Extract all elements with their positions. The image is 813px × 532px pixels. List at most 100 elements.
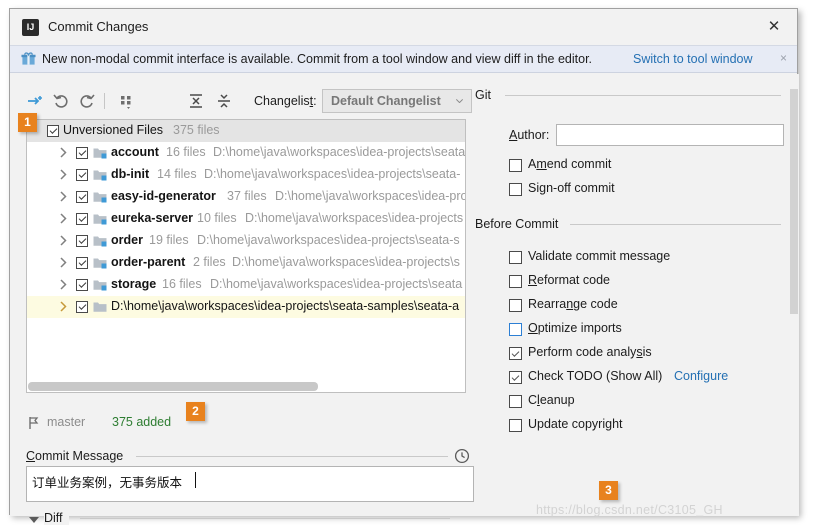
tree-row-header[interactable]: Unversioned Files 375 files [27, 120, 465, 142]
table-row[interactable]: D:\home\java\workspaces\idea-projects\se… [27, 296, 465, 318]
tree-horizontal-scrollbar[interactable] [28, 382, 318, 391]
perform-code-analysis-label: Perform code analysis [528, 345, 652, 359]
amend-commit-checkbox[interactable] [509, 159, 522, 172]
table-row[interactable]: order-parent 2 files D:\home\java\worksp… [27, 252, 465, 274]
gift-icon [21, 52, 36, 65]
module-folder-icon [93, 192, 107, 203]
table-row[interactable]: storage 16 files D:\home\java\workspaces… [27, 274, 465, 296]
branch-icon [29, 417, 39, 429]
unversioned-files-checkbox[interactable] [47, 125, 59, 137]
update-copyright-checkbox[interactable] [509, 419, 522, 432]
chevron-right-icon[interactable] [58, 279, 69, 290]
rearrange-code-checkbox[interactable] [509, 299, 522, 312]
refresh-icon[interactable] [76, 90, 98, 112]
row-count: 37 files [227, 189, 267, 203]
changelist-select[interactable]: Default Changelist [322, 89, 472, 113]
reformat-code-label: Reformat code [528, 273, 610, 287]
perform-code-analysis-checkbox[interactable] [509, 347, 522, 360]
before-commit-group-title: Before Commit [475, 217, 565, 231]
row-count: 16 files [162, 277, 202, 291]
validate-commit-message-checkbox[interactable] [509, 251, 522, 264]
step-badge-2: 2 [186, 402, 205, 421]
check-todo-checkbox[interactable] [509, 371, 522, 384]
revert-icon[interactable] [50, 90, 72, 112]
rearrange-code-label: Rearrange code [528, 297, 618, 311]
show-diff-icon[interactable] [24, 90, 46, 112]
changelist-value: Default Changelist [331, 94, 441, 108]
chevron-right-icon[interactable] [58, 301, 69, 312]
chevron-down-icon [456, 99, 463, 103]
row-checkbox[interactable] [76, 279, 88, 291]
author-label: Author: [509, 128, 550, 142]
dialog-titlebar: Commit Changes ✕ [10, 9, 797, 45]
cleanup-checkbox[interactable] [509, 395, 522, 408]
changes-tree[interactable]: Unversioned Files 375 files account 16 f… [26, 119, 466, 393]
row-name: order-parent [111, 255, 186, 269]
update-copyright-label: Update copyright [528, 417, 623, 431]
chevron-right-icon[interactable] [58, 147, 69, 158]
close-icon[interactable]: ✕ [765, 18, 783, 36]
git-panel-scrollbar-thumb[interactable] [790, 89, 798, 314]
banner-close-icon[interactable]: × [780, 51, 787, 65]
sign-off-commit-checkbox[interactable] [509, 183, 522, 196]
row-checkbox[interactable] [76, 235, 88, 247]
unversioned-files-count: 375 files [173, 123, 220, 137]
row-checkbox[interactable] [76, 147, 88, 159]
optimize-imports-label: Optimize imports [528, 321, 622, 335]
chevron-right-icon[interactable] [58, 191, 69, 202]
dialog-body: Changelist: Default Changelist Unversion… [10, 74, 799, 525]
changelist-label: Changelist: [254, 94, 317, 108]
banner-message: New non-modal commit interface is availa… [42, 52, 593, 66]
commit-message-input[interactable]: 订单业务案例，无事务版本 [26, 466, 474, 502]
git-options-panel: Git Author: Amend commit Sign-off commit… [475, 88, 785, 444]
toolbar-separator [104, 93, 105, 109]
git-group-rule [505, 95, 781, 96]
collapse-all-icon[interactable] [213, 90, 235, 112]
row-checkbox[interactable] [76, 191, 88, 203]
row-count: 16 files [166, 145, 206, 159]
row-count: 2 files [193, 255, 226, 269]
commit-changes-dialog: Commit Changes ✕ New non-modal commit in… [9, 8, 799, 525]
table-row[interactable]: db-init 14 files D:\home\java\workspaces… [27, 164, 465, 186]
chevron-right-icon[interactable] [58, 169, 69, 180]
reformat-code-checkbox[interactable] [509, 275, 522, 288]
git-group-title: Git [475, 88, 497, 102]
row-name: db-init [111, 167, 150, 181]
switch-to-tool-window-link[interactable]: Switch to tool window [633, 52, 753, 66]
table-row[interactable]: eureka-server 10 files D:\home\java\work… [27, 208, 465, 230]
expand-all-icon[interactable] [185, 90, 207, 112]
chevron-right-icon[interactable] [58, 235, 69, 246]
before-commit-rule [570, 224, 781, 225]
table-row[interactable]: easy-id-generator 37 files D:\home\java\… [27, 186, 466, 208]
row-checkbox[interactable] [76, 213, 88, 225]
row-path: D:\home\java\workspaces\idea-projects [245, 211, 464, 225]
diff-collapse-icon[interactable] [29, 517, 39, 523]
table-row[interactable]: account 16 files D:\home\java\workspaces… [27, 142, 466, 164]
diff-rule [80, 518, 450, 519]
clock-icon[interactable] [454, 448, 470, 464]
row-count: 10 files [197, 211, 237, 225]
step-badge-3: 3 [599, 481, 618, 500]
author-input[interactable] [556, 124, 784, 146]
row-path: D:\home\java\workspaces\idea-projects\se… [213, 145, 466, 159]
row-name: account [111, 145, 159, 159]
group-by-icon[interactable] [116, 90, 138, 112]
row-checkbox[interactable] [76, 301, 88, 313]
table-row[interactable]: order 19 files D:\home\java\workspaces\i… [27, 230, 465, 252]
row-checkbox[interactable] [76, 257, 88, 269]
step-badge-1: 1 [18, 113, 37, 132]
row-path: D:\home\java\workspaces\idea-proj [275, 189, 466, 203]
row-name: storage [111, 277, 157, 291]
module-folder-icon [93, 170, 107, 181]
sign-off-commit-label: Sign-off commit [528, 181, 615, 195]
row-path: D:\home\java\workspaces\idea-projects\s [232, 255, 460, 269]
module-folder-icon [93, 258, 107, 269]
configure-link[interactable]: Configure [674, 369, 728, 383]
cleanup-label: Cleanup [528, 393, 575, 407]
chevron-right-icon[interactable] [58, 213, 69, 224]
optimize-imports-checkbox[interactable] [509, 323, 522, 336]
row-checkbox[interactable] [76, 169, 88, 181]
chevron-right-icon[interactable] [58, 257, 69, 268]
row-path: D:\home\java\workspaces\idea-projects\se… [210, 277, 463, 291]
module-folder-icon [93, 280, 107, 291]
